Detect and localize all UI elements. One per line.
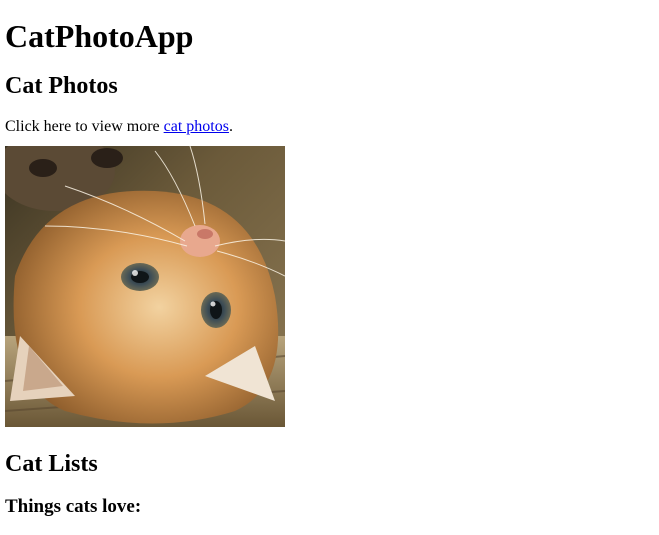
things-cats-love-heading: Things cats love:	[5, 496, 142, 517]
cat-photos-heading: Cat Photos	[5, 73, 118, 99]
cat-lists-heading: Cat Lists	[5, 451, 98, 477]
intro-text: Click here to view more	[5, 118, 164, 135]
cat-photos-link[interactable]: cat photos	[164, 118, 229, 135]
cat-photo-image[interactable]	[5, 146, 285, 427]
page-title: CatPhotoApp	[5, 18, 194, 54]
intro-period: .	[228, 118, 233, 135]
page: CatPhotoApp Cat Photos Click here to vie…	[0, 0, 659, 535]
intro-paragraph: Click here to view more cat photos.	[5, 101, 659, 137]
